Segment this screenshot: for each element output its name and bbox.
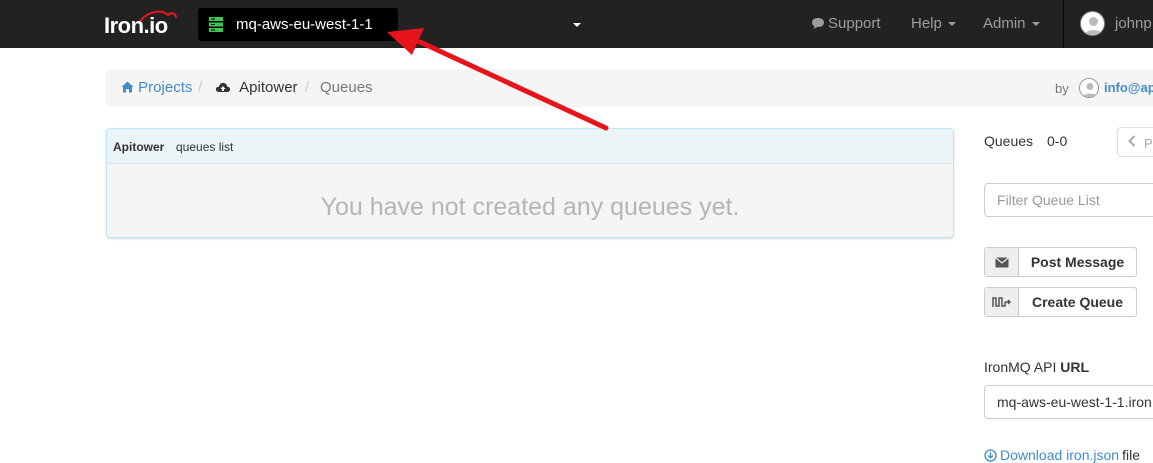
user-icon <box>1084 17 1103 35</box>
owner-email-link[interactable]: info@ap <box>1104 80 1153 95</box>
owner-avatar <box>1079 78 1099 98</box>
user-icon <box>1082 83 1098 97</box>
iron-io-logo[interactable]: Iron.io <box>104 10 178 39</box>
api-url-field[interactable] <box>984 385 1153 419</box>
nav-divider <box>1063 0 1064 48</box>
post-message-label: Post Message <box>1030 254 1125 270</box>
owner-by-label: by <box>1055 81 1069 96</box>
breadcrumb-separator: / <box>198 79 203 96</box>
panel-subtitle: queues list <box>176 140 234 154</box>
chevron-left-icon <box>1128 135 1136 147</box>
chevron-down-icon <box>1031 21 1040 26</box>
create-queue-label: Create Queue <box>1031 294 1124 310</box>
api-url-label-prefix: IronMQ API <box>984 359 1057 375</box>
empty-queues-message: You have not created any queues yet. <box>320 193 740 221</box>
admin-menu[interactable]: Admin <box>983 15 1040 32</box>
pager-previous-button[interactable]: P <box>1117 127 1153 157</box>
comment-icon <box>812 18 824 29</box>
cluster-selector-button[interactable]: mq-aws-eu-west-1-1 <box>198 8 581 41</box>
download-suffix: file <box>1122 447 1140 463</box>
filter-queue-input[interactable] <box>984 183 1153 217</box>
queues-panel: Apitower queues list You have not create… <box>106 128 954 238</box>
post-message-button[interactable]: Post Message <box>984 247 1137 277</box>
breadcrumb-projects[interactable]: Projects <box>121 79 192 96</box>
breadcrumb-separator: / <box>305 79 310 96</box>
support-link[interactable]: Support <box>811 15 881 32</box>
create-queue-button[interactable]: Create Queue <box>984 287 1137 317</box>
queues-count-title: Queues <box>984 133 1034 149</box>
top-navbar: Iron.io mq-aws-eu-west-1-1 Support Help … <box>0 0 1153 48</box>
api-url-label-bold: URL <box>1060 359 1090 375</box>
breadcrumb-current: Queues <box>320 79 373 96</box>
help-label: Help <box>911 15 942 32</box>
breadcrumb: Projects / Apitower / Queues by info@ap <box>106 69 1153 107</box>
user-name[interactable]: johnp <box>1115 15 1152 32</box>
download-row: Download iron.json file <box>984 447 1140 463</box>
cloud-upload-icon <box>215 82 231 92</box>
envelope-icon-box <box>985 248 1019 276</box>
chevron-down-icon <box>947 21 956 26</box>
cluster-label: mq-aws-eu-west-1-1 <box>236 16 373 33</box>
user-avatar[interactable] <box>1080 11 1105 36</box>
server-icon <box>209 17 223 32</box>
breadcrumb-projects-label: Projects <box>138 79 193 96</box>
queues-count-range: 0-0 <box>1047 133 1068 149</box>
support-label: Support <box>828 15 881 32</box>
cloud-swoosh-icon <box>139 10 177 22</box>
panel-project-name: Apitower <box>113 140 165 154</box>
api-url-label: IronMQ API URL <box>984 359 1089 375</box>
download-iron-json-link[interactable]: Download iron.json <box>1000 447 1119 463</box>
panel-heading: Apitower queues list <box>107 129 953 164</box>
queue-wave-icon <box>991 297 1011 307</box>
envelope-icon <box>994 256 1009 267</box>
breadcrumb-project-label: Apitower <box>239 79 298 96</box>
help-menu[interactable]: Help <box>911 15 956 32</box>
admin-label: Admin <box>983 15 1026 32</box>
download-circle-icon <box>984 448 997 462</box>
home-icon <box>121 81 134 93</box>
breadcrumb-project[interactable]: Apitower <box>215 79 298 96</box>
chevron-down-icon <box>573 23 581 27</box>
queue-icon-box <box>985 288 1019 316</box>
pager-label: P <box>1144 136 1153 151</box>
